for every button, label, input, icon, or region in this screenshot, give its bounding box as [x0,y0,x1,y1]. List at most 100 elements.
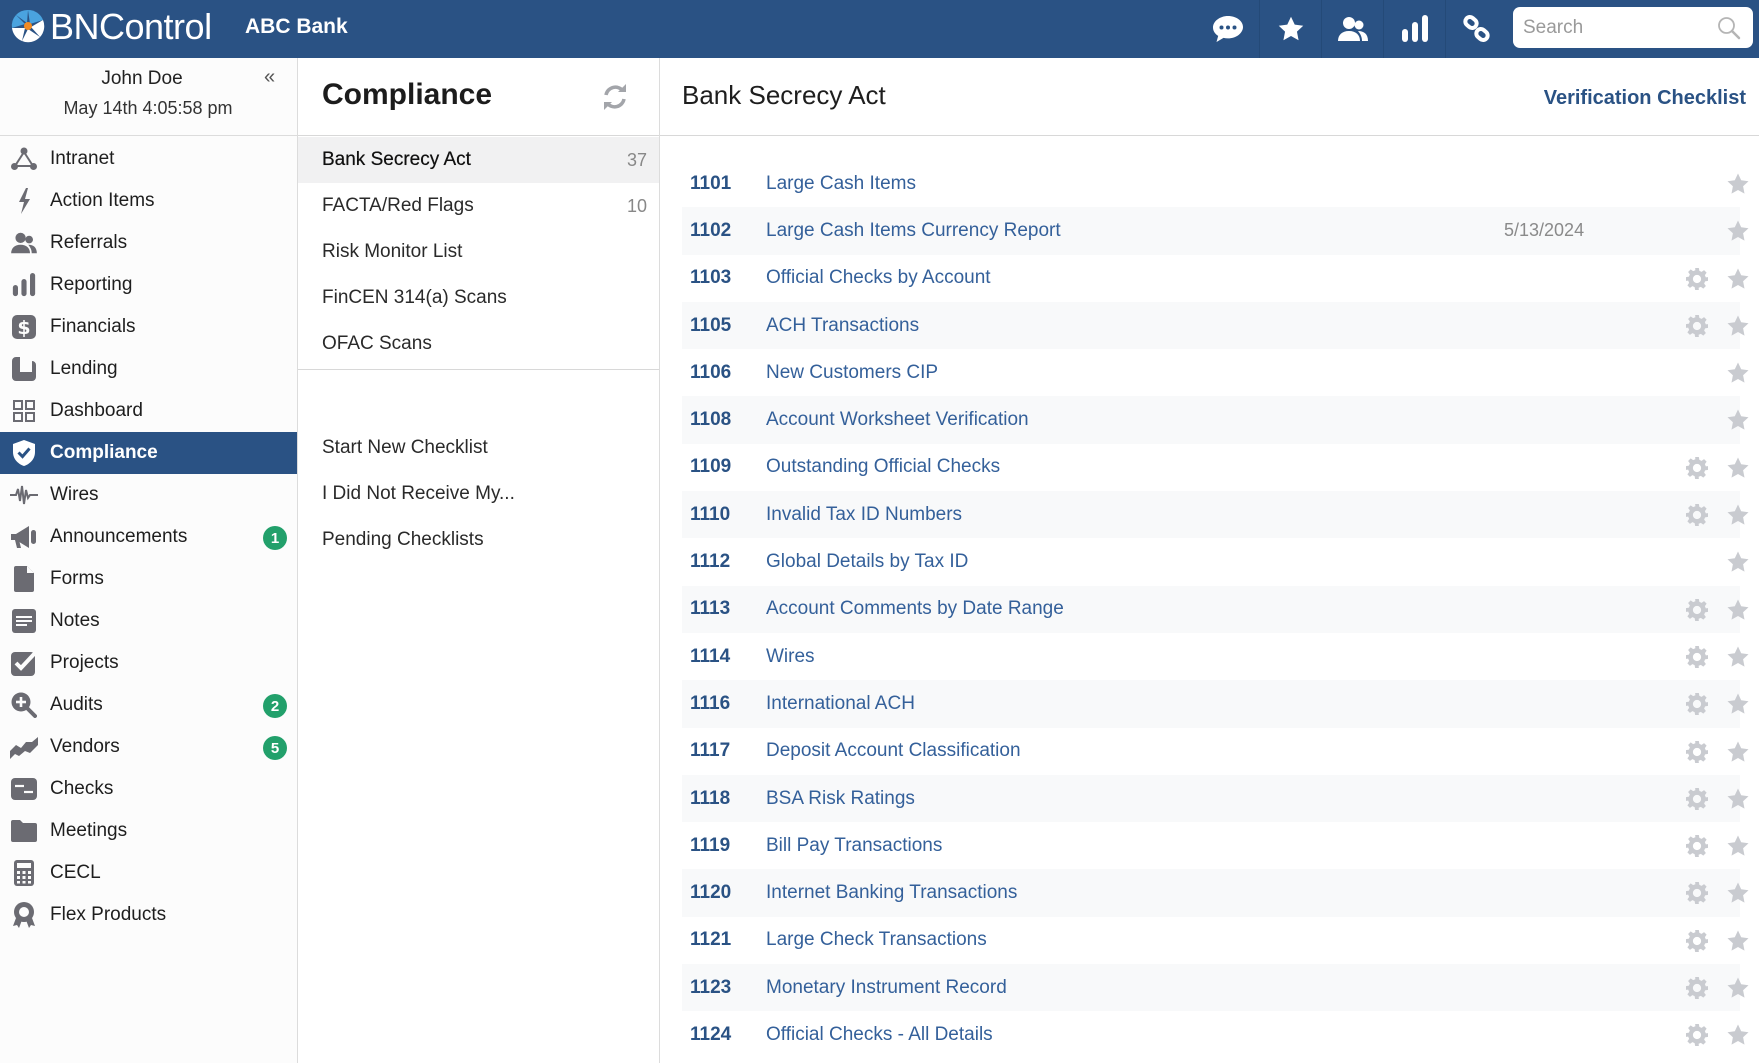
report-name[interactable]: ACH Transactions [766,315,919,337]
sidebar-item-wires[interactable]: Wires [0,474,297,516]
report-name[interactable]: Account Comments by Date Range [766,598,1064,620]
report-id[interactable]: 1124 [690,1024,731,1046]
report-row[interactable]: 1120 Internet Banking Transactions [682,869,1749,917]
report-name[interactable]: Global Details by Tax ID [766,551,968,573]
favorite-button[interactable] [1726,598,1750,627]
report-name[interactable]: International ACH [766,693,915,715]
sidebar-item-checks[interactable]: Checks [0,768,297,810]
pending-checklists-link[interactable]: Pending Checklists [298,517,659,563]
report-id[interactable]: 1119 [690,835,730,857]
sidebar-item-reporting[interactable]: Reporting [0,264,297,306]
category-ofac-scans[interactable]: OFAC Scans [298,321,659,367]
report-id[interactable]: 1110 [690,504,730,526]
favorite-button[interactable] [1726,456,1750,485]
settings-button[interactable] [1686,1024,1708,1051]
report-name[interactable]: Outstanding Official Checks [766,456,1000,478]
settings-button[interactable] [1686,693,1708,720]
favorite-button[interactable] [1726,314,1750,343]
sidebar-item-intranet[interactable]: Intranet [0,138,297,180]
report-id[interactable]: 1113 [690,598,730,620]
sidebar-item-lending[interactable]: Lending [0,348,297,390]
favorite-button[interactable] [1726,1023,1750,1052]
sidebar-item-meetings[interactable]: Meetings [0,810,297,852]
report-id[interactable]: 1105 [690,315,731,337]
did-not-receive-link[interactable]: I Did Not Receive My... [298,471,659,517]
sidebar-item-compliance[interactable]: Compliance [0,432,297,474]
report-row[interactable]: 1113 Account Comments by Date Range [682,585,1749,633]
report-id[interactable]: 1123 [690,977,731,999]
report-name[interactable]: Internet Banking Transactions [766,882,1017,904]
report-name[interactable]: Bill Pay Transactions [766,835,942,857]
favorite-button[interactable] [1726,503,1750,532]
report-row[interactable]: 1123 Monetary Instrument Record [682,964,1749,1012]
favorite-button[interactable] [1726,834,1750,863]
report-id[interactable]: 1101 [690,173,731,195]
settings-button[interactable] [1686,314,1708,342]
report-row[interactable]: 1105 ACH Transactions [682,301,1749,350]
users-button[interactable] [1321,0,1383,58]
report-id[interactable]: 1102 [690,220,731,242]
report-name[interactable]: BSA Risk Ratings [766,788,915,810]
links-button[interactable] [1445,0,1507,58]
report-name[interactable]: New Customers CIP [766,362,938,384]
report-id[interactable]: 1103 [690,267,731,289]
sidebar-item-dashboard[interactable]: Dashboard [0,390,297,432]
sidebar-item-financials[interactable]: $ Financials [0,306,297,348]
favorite-button[interactable] [1726,408,1750,437]
favorite-button[interactable] [1726,267,1750,296]
report-id[interactable]: 1109 [690,456,731,478]
sidebar-item-notes[interactable]: Notes [0,600,297,642]
category-risk-monitor-list[interactable]: Risk Monitor List [298,229,659,275]
settings-button[interactable] [1686,835,1708,862]
settings-button[interactable] [1686,740,1708,768]
settings-button[interactable] [1686,598,1708,626]
favorite-button[interactable] [1726,361,1750,390]
report-row[interactable]: 1102 Large Cash Items Currency Report 5/… [682,207,1749,255]
collapse-sidebar-button[interactable]: « [264,66,275,89]
sidebar-item-announcements[interactable]: Announcements 1 [0,516,297,558]
report-row[interactable]: 1110 Invalid Tax ID Numbers [682,491,1749,539]
favorites-button[interactable] [1259,0,1321,58]
report-row[interactable]: 1101 Large Cash Items [682,160,1749,207]
messages-button[interactable] [1197,0,1259,58]
favorite-button[interactable] [1726,929,1750,958]
report-row[interactable]: 1114 Wires [682,633,1749,680]
report-name[interactable]: Large Check Transactions [766,929,987,951]
favorite-button[interactable] [1726,976,1750,1005]
report-id[interactable]: 1120 [690,882,731,904]
report-name[interactable]: Invalid Tax ID Numbers [766,504,962,526]
sidebar-item-flex-products[interactable]: Flex Products [0,894,297,936]
settings-button[interactable] [1686,929,1708,957]
favorite-button[interactable] [1726,692,1750,721]
report-name[interactable]: Wires [766,646,815,668]
search-input[interactable] [1523,7,1713,48]
sidebar-item-forms[interactable]: Forms [0,558,297,600]
sidebar-item-projects[interactable]: Projects [0,642,297,684]
reporting-button[interactable] [1383,0,1445,58]
report-id[interactable]: 1117 [690,740,730,762]
category-facta-red-flags[interactable]: FACTA/Red Flags 10 [298,183,659,229]
report-id[interactable]: 1116 [690,693,730,715]
report-name[interactable]: Deposit Account Classification [766,740,1021,762]
report-id[interactable]: 1121 [690,929,731,951]
report-id[interactable]: 1106 [690,362,731,384]
category-fincen-314a-scans[interactable]: FinCEN 314(a) Scans [298,275,659,321]
settings-button[interactable] [1686,882,1708,909]
favorite-button[interactable] [1726,881,1750,910]
report-name[interactable]: Large Cash Items Currency Report [766,220,1061,242]
favorite-button[interactable] [1726,219,1750,248]
settings-button[interactable] [1686,504,1708,531]
report-id[interactable]: 1112 [690,551,730,573]
report-row[interactable]: 1112 Global Details by Tax ID [682,538,1749,585]
settings-button[interactable] [1686,787,1708,815]
favorite-button[interactable] [1726,787,1750,816]
sidebar-item-audits[interactable]: Audits 2 [0,684,297,726]
favorite-button[interactable] [1726,645,1750,674]
settings-button[interactable] [1686,645,1708,673]
report-name[interactable]: Account Worksheet Verification [766,409,1029,431]
report-row[interactable]: 1119 Bill Pay Transactions [682,822,1749,869]
report-id[interactable]: 1108 [690,409,731,431]
settings-button[interactable] [1686,267,1708,295]
report-row[interactable]: 1124 Official Checks - All Details [682,1011,1749,1058]
report-name[interactable]: Monetary Instrument Record [766,977,1007,999]
